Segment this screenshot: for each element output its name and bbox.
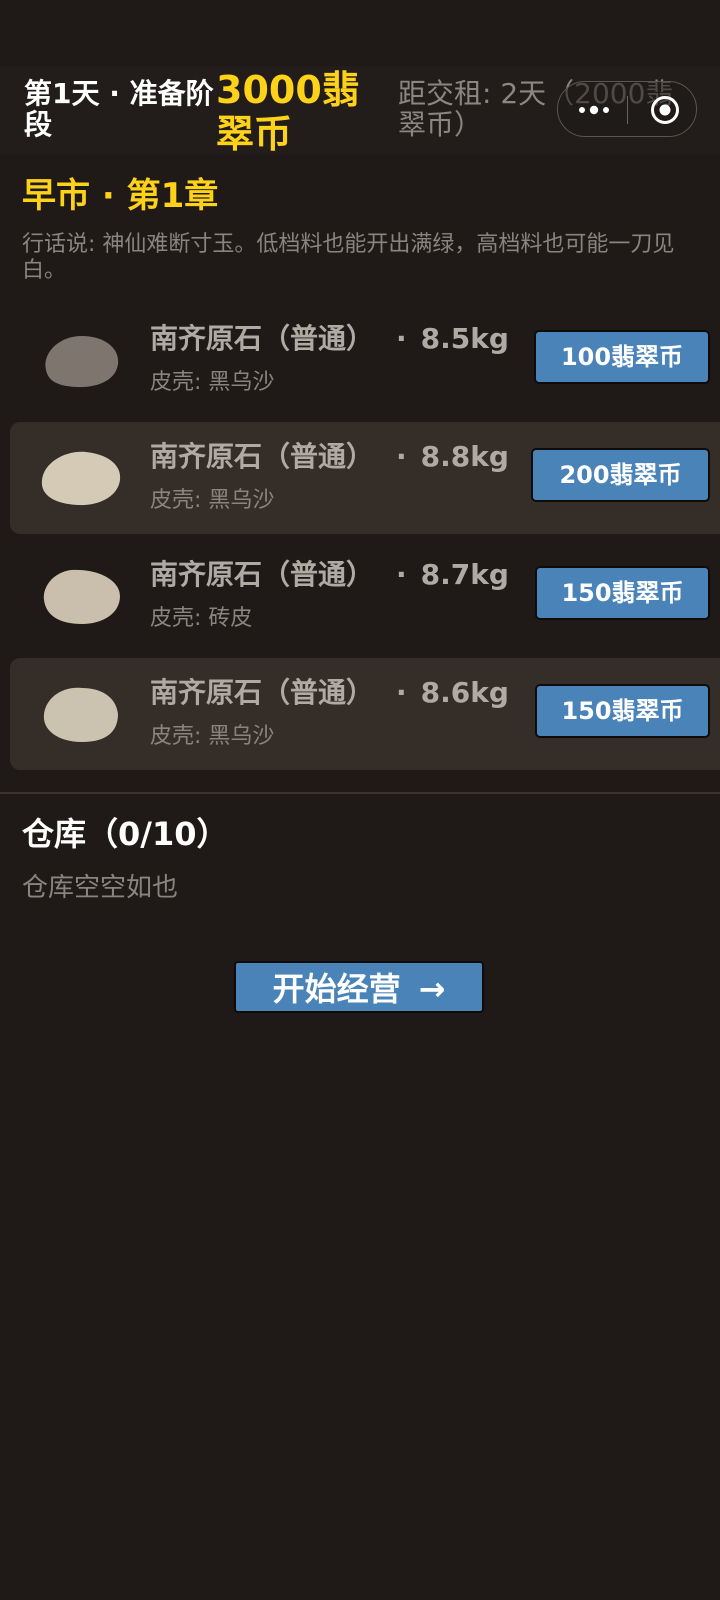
stone-name: 南齐原石（普通） bbox=[150, 676, 375, 709]
warehouse-empty-text: 仓库空空如也 bbox=[22, 873, 179, 903]
stone-shape bbox=[41, 451, 121, 506]
separator-dot: · bbox=[396, 440, 407, 473]
status-bar bbox=[0, 0, 720, 66]
buy-stone-button[interactable]: 150翡翠币 bbox=[535, 566, 710, 620]
start-button-label: 开始经营 bbox=[272, 970, 401, 1008]
raw-stone-icon bbox=[43, 569, 120, 624]
stone-name: 南齐原石（普通） bbox=[150, 322, 375, 355]
stone-title: 南齐原石（普通） · 8.5kg bbox=[150, 322, 509, 356]
stone-weight: 8.7kg bbox=[420, 558, 509, 591]
target-icon[interactable] bbox=[650, 95, 680, 125]
buy-stone-button[interactable]: 200翡翠币 bbox=[531, 448, 710, 502]
market-chapter-title: 早市 · 第1章 bbox=[22, 176, 219, 216]
stone-weight: 8.8kg bbox=[420, 440, 509, 473]
raw-stone-icon bbox=[43, 687, 118, 742]
stone-skin: 皮壳: 黑乌沙 bbox=[150, 488, 275, 513]
trade-saying: 行话说: 神仙难断寸玉。低档料也能开出满绿，高档料也可能一刀见白。 bbox=[22, 232, 675, 283]
miniprogram-capsule bbox=[557, 81, 697, 137]
section-divider bbox=[0, 792, 720, 794]
stone-skin: 皮壳: 砖皮 bbox=[150, 606, 253, 631]
more-dots-icon[interactable] bbox=[578, 104, 610, 116]
start-business-button[interactable]: 开始经营 → bbox=[234, 961, 484, 1013]
game-screen: 第1天 · 准备阶段 3000翡翠币 距交租: 2天（2000翡翠币） 早市 ·… bbox=[0, 0, 720, 1600]
stone-title: 南齐原石（普通） · 8.6kg bbox=[150, 676, 509, 710]
stone-skin: 皮壳: 黑乌沙 bbox=[150, 724, 275, 749]
arrow-right-icon: → bbox=[418, 970, 446, 1008]
day-phase-label: 第1天 · 准备阶段 bbox=[24, 77, 214, 141]
buy-stone-button[interactable]: 100翡翠币 bbox=[534, 330, 710, 384]
separator-dot: · bbox=[396, 558, 407, 591]
stone-list-item: 南齐原石（普通） · 8.6kg 皮壳: 黑乌沙 150翡翠币 bbox=[10, 658, 720, 770]
stone-list-item: 南齐原石（普通） · 8.7kg 皮壳: 砖皮 150翡翠币 bbox=[10, 540, 720, 652]
coin-balance: 3000翡翠币 bbox=[216, 68, 360, 156]
top-bar: 第1天 · 准备阶段 3000翡翠币 距交租: 2天（2000翡翠币） bbox=[0, 66, 720, 156]
stone-shape bbox=[43, 687, 118, 742]
stone-title: 南齐原石（普通） · 8.8kg bbox=[150, 440, 509, 474]
raw-stone-icon bbox=[45, 336, 119, 388]
stone-shape bbox=[43, 569, 120, 624]
stone-skin: 皮壳: 黑乌沙 bbox=[150, 370, 275, 395]
raw-stone-icon bbox=[41, 451, 121, 506]
separator-dot: · bbox=[396, 676, 407, 709]
stone-weight: 8.5kg bbox=[420, 322, 509, 355]
stone-list-item: 南齐原石（普通） · 8.8kg 皮壳: 黑乌沙 200翡翠币 bbox=[10, 422, 720, 534]
stone-name: 南齐原石（普通） bbox=[150, 558, 375, 591]
stone-title: 南齐原石（普通） · 8.7kg bbox=[150, 558, 509, 592]
capsule-divider bbox=[627, 96, 628, 124]
stone-name: 南齐原石（普通） bbox=[150, 440, 375, 473]
stone-weight: 8.6kg bbox=[420, 676, 509, 709]
stone-shape bbox=[45, 336, 119, 388]
warehouse-title: 仓库（0/10） bbox=[22, 815, 229, 853]
separator-dot: · bbox=[396, 322, 407, 355]
stone-list-item: 南齐原石（普通） · 8.5kg 皮壳: 黑乌沙 100翡翠币 bbox=[10, 304, 720, 416]
buy-stone-button[interactable]: 150翡翠币 bbox=[535, 684, 710, 738]
